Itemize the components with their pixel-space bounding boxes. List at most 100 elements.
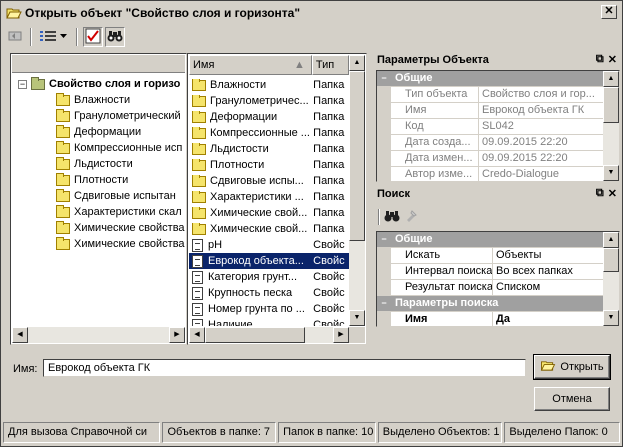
folder-icon xyxy=(56,220,70,234)
status-folders-count: Папок в папке: 10 xyxy=(278,422,376,443)
property-row[interactable]: Имя Еврокод объекта ГК xyxy=(377,103,619,119)
tree-item[interactable]: Плотности xyxy=(12,172,185,188)
pin-icon[interactable]: ⧉ xyxy=(596,187,604,200)
scroll-thumb[interactable] xyxy=(205,327,305,343)
property-row[interactable]: Дата созда... 09.09.2015 22:20 xyxy=(377,135,619,151)
scroll-down-button[interactable]: ▼ xyxy=(603,165,619,181)
list-item[interactable]: Плотности Папка xyxy=(189,157,349,173)
list-item[interactable]: Категория грунт... Свойс xyxy=(189,269,349,285)
params-scrollbar[interactable]: ▲ ▼ xyxy=(603,71,619,181)
document-icon xyxy=(192,254,203,268)
back-button[interactable] xyxy=(5,27,25,47)
close-button[interactable]: ✕ xyxy=(601,5,617,19)
tree-item[interactable]: Сдвиговые испытан xyxy=(12,188,185,204)
collapse-icon[interactable]: − xyxy=(18,79,27,89)
property-row[interactable]: Тип объекта Свойство слоя и гор... xyxy=(377,87,619,103)
list-item[interactable]: Влажности Папка xyxy=(189,77,349,93)
list-item[interactable]: Льдистости Папка xyxy=(189,141,349,157)
list-item[interactable]: pH Свойс xyxy=(189,237,349,253)
scroll-up-button[interactable]: ▲ xyxy=(603,232,619,248)
scroll-down-button[interactable]: ▼ xyxy=(603,310,619,326)
list-item[interactable]: Крупность песка Свойс xyxy=(189,285,349,301)
folder-icon xyxy=(192,143,206,155)
object-list[interactable]: Имя ▲ Тип Влажности Папка Гранулометричес.… xyxy=(187,53,367,345)
list-item[interactable]: Компрессионные ... Папка xyxy=(189,125,349,141)
column-name-header[interactable]: Имя ▲ xyxy=(189,55,312,75)
list-item[interactable]: Деформации Папка xyxy=(189,109,349,125)
open-button[interactable]: Открыть xyxy=(533,354,611,380)
list-item-type: Папка xyxy=(313,111,345,123)
folder-tree[interactable]: − Свойство слоя и горизо Влажности Гранул… xyxy=(10,53,187,345)
scroll-left-button[interactable]: ◀ xyxy=(189,327,205,343)
document-icon xyxy=(192,270,203,284)
tree-item[interactable]: Химические свойства xyxy=(12,236,185,252)
tree-item[interactable]: Характеристики скал xyxy=(12,204,185,220)
open-folder-icon xyxy=(540,359,556,375)
tree-item[interactable]: Влажности xyxy=(12,92,185,108)
folder-icon xyxy=(56,92,70,106)
list-item[interactable]: Химические свой... Папка xyxy=(189,221,349,237)
category-general[interactable]: − Общие xyxy=(377,71,619,87)
scroll-thumb[interactable] xyxy=(349,71,365,241)
tree-item-label: Компрессионные исп xyxy=(74,142,183,154)
tree-item[interactable]: Химические свойства xyxy=(12,220,185,236)
property-value: Свойство слоя и гор... xyxy=(482,88,595,100)
list-item[interactable]: Номер грунта по ... Свойс xyxy=(189,301,349,317)
scroll-down-button[interactable]: ▼ xyxy=(349,310,365,326)
collapse-icon[interactable]: − xyxy=(377,232,391,247)
list-item-type: Свойс xyxy=(313,319,345,326)
cancel-button[interactable]: Отмена xyxy=(534,387,610,411)
column-type-header[interactable]: Тип xyxy=(311,55,349,75)
title-bar: Открыть объект "Свойство слоя и горизонт… xyxy=(2,2,621,24)
select-button[interactable] xyxy=(83,27,103,47)
pin-icon[interactable]: ⧉ xyxy=(596,53,604,66)
tree-item[interactable]: Компрессионные исп xyxy=(12,140,185,156)
scroll-left-button[interactable]: ◀ xyxy=(12,327,28,343)
property-value: 09.09.2015 22:20 xyxy=(482,152,568,164)
list-horizontal-scrollbar[interactable]: ◀ ▶ xyxy=(189,327,365,343)
list-item[interactable]: Химические свой... Папка xyxy=(189,205,349,221)
tree-root[interactable]: − Свойство слоя и горизо xyxy=(12,76,185,92)
binoculars-icon[interactable] xyxy=(384,209,400,226)
scroll-up-button[interactable]: ▲ xyxy=(603,71,619,87)
property-row[interactable]: Код SL042 xyxy=(377,119,619,135)
collapse-icon[interactable]: − xyxy=(377,71,391,86)
close-icon[interactable]: ✕ xyxy=(608,53,617,66)
scroll-right-button[interactable]: ▶ xyxy=(333,327,349,343)
tree-item[interactable]: Льдистости xyxy=(12,156,185,172)
scroll-thumb[interactable] xyxy=(603,87,619,123)
list-item[interactable]: Характеристики ... Папка xyxy=(189,189,349,205)
property-value: Еврокод объекта ГК xyxy=(482,104,585,116)
scroll-thumb[interactable] xyxy=(603,248,619,272)
collapse-icon[interactable]: − xyxy=(377,296,391,311)
property-row[interactable]: Дата измен... 09.09.2015 22:20 xyxy=(377,151,619,167)
name-label: Имя: xyxy=(13,363,38,375)
category-search-params[interactable]: − Параметры поиска xyxy=(377,296,619,312)
list-item[interactable]: Сдвиговые испы... Папка xyxy=(189,173,349,189)
tree-horizontal-scrollbar[interactable]: ◀ ▶ xyxy=(12,327,185,343)
toolbar-separator xyxy=(30,28,32,46)
scroll-up-button[interactable]: ▲ xyxy=(349,55,365,71)
close-icon[interactable]: ✕ xyxy=(608,187,617,200)
tree-item[interactable]: Деформации xyxy=(12,124,185,140)
property-row[interactable]: Интервал поиска Во всех папках xyxy=(377,264,619,280)
folder-icon xyxy=(192,95,206,107)
list-item[interactable]: Еврокод объекта... Свойс xyxy=(189,253,349,269)
list-item[interactable]: Наличие ... Свойс xyxy=(189,317,349,326)
flashlight-icon[interactable] xyxy=(404,209,418,226)
name-field[interactable]: Еврокод объекта ГК xyxy=(43,359,526,377)
category-general[interactable]: − Общие xyxy=(377,232,619,248)
view-mode-button[interactable] xyxy=(37,27,71,47)
list-vertical-scrollbar[interactable]: ▲ ▼ xyxy=(349,55,365,326)
tree-item[interactable]: Гранулометрический xyxy=(12,108,185,124)
property-row[interactable]: Искать Объекты xyxy=(377,248,619,264)
list-item-name: Характеристики ... xyxy=(210,191,304,203)
search-scrollbar[interactable]: ▲ ▼ xyxy=(603,232,619,326)
scroll-right-button[interactable]: ▶ xyxy=(169,327,185,343)
property-row[interactable]: Автор изме... Credo-Dialogue xyxy=(377,167,619,181)
property-row[interactable]: Результат поиска Списком xyxy=(377,280,619,296)
property-value: SL042 xyxy=(482,120,514,132)
tree-item-label: Влажности xyxy=(74,94,131,106)
search-button[interactable] xyxy=(105,27,125,47)
list-item[interactable]: Гранулометричес... Папка xyxy=(189,93,349,109)
